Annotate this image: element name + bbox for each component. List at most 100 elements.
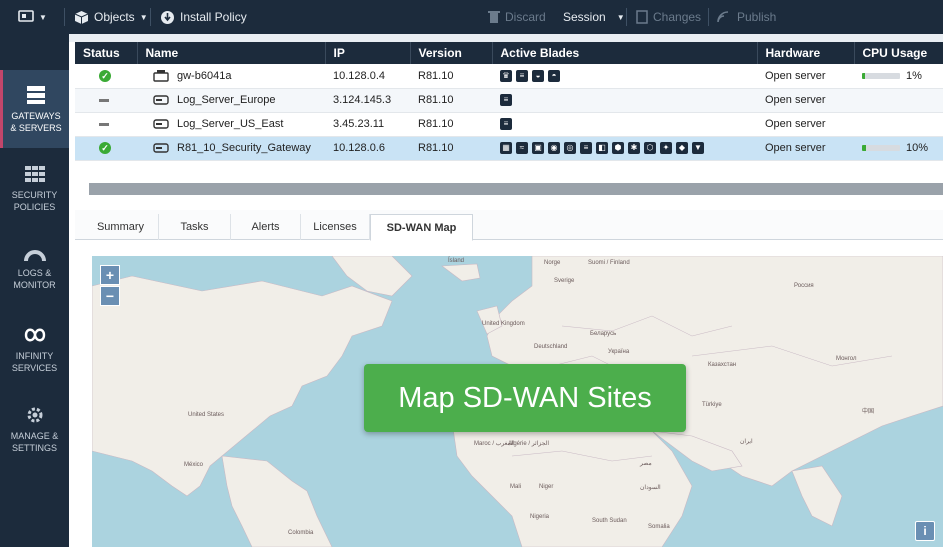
- wifi-blade-icon: ≈: [516, 142, 528, 154]
- column-header-name[interactable]: Name: [137, 42, 326, 64]
- map-sd-wan-sites-button[interactable]: Map SD-WAN Sites: [364, 364, 686, 432]
- changes-button[interactable]: Changes: [636, 0, 701, 34]
- nav-label: LOGS & MONITOR: [13, 267, 56, 290]
- active-blades-list: ♛ ≡ ◒ ◓: [500, 69, 757, 82]
- tab-sd-wan-map[interactable]: SD-WAN Map: [370, 214, 473, 241]
- tab-licenses[interactable]: Licenses: [301, 214, 370, 240]
- map-label: Colombia: [288, 530, 314, 536]
- gateway-version: R81.10: [410, 136, 492, 161]
- cpu-usage-text: 10%: [906, 142, 929, 154]
- map-label: Україна: [608, 349, 630, 355]
- gateway-hardware: Open server: [757, 88, 854, 113]
- nav-gateways-servers[interactable]: GATEWAYS & SERVERS: [0, 70, 69, 148]
- column-header-ip[interactable]: IP: [325, 42, 411, 64]
- tab-tasks[interactable]: Tasks: [159, 214, 231, 240]
- active-blades-list: ≡: [500, 118, 757, 130]
- sd-wan-map[interactable]: Ísland Norge Sverige Suomi / Finland Рос…: [92, 256, 943, 547]
- gateway-version: R81.10: [410, 88, 492, 113]
- column-header-status[interactable]: Status: [75, 42, 138, 64]
- map-info-button[interactable]: i: [915, 521, 935, 541]
- table-header-row: Status Name IP Version Active Blades Har…: [75, 42, 943, 64]
- map-label: Algérie / الجزائر: [508, 441, 550, 447]
- objects-menu[interactable]: Objects ▼: [74, 0, 148, 34]
- tab-alerts[interactable]: Alerts: [231, 214, 301, 240]
- server-icon: [153, 143, 169, 153]
- publish-label: Publish: [737, 10, 777, 24]
- tab-summary[interactable]: Summary: [83, 214, 159, 240]
- map-label: السودان: [640, 485, 661, 491]
- threat-blade-icon: ◓: [548, 69, 560, 82]
- gateway-name: Log_Server_US_East: [177, 118, 284, 130]
- map-label: Türkiye: [702, 402, 722, 408]
- app-menu-button[interactable]: ▼: [18, 0, 47, 34]
- gateway-version: R81.10: [410, 64, 492, 89]
- table-row[interactable]: Log_Server_Europe 3.124.145.3 R81.10 ≡ O…: [75, 88, 943, 113]
- publish-button[interactable]: Publish: [716, 0, 776, 34]
- toolbar-divider: [150, 8, 151, 26]
- install-policy-label: Install Policy: [180, 10, 247, 24]
- map-label: Suomi / Finland: [588, 260, 630, 266]
- vpn-blade-icon: ◧: [596, 142, 608, 154]
- map-label: United States: [188, 412, 225, 418]
- nav-infinity-services[interactable]: INFINITY SERVICES: [0, 310, 69, 388]
- zoom-out-button[interactable]: −: [100, 286, 120, 306]
- column-header-cpu-usage[interactable]: CPU Usage: [854, 42, 943, 64]
- server-icon: [153, 95, 169, 105]
- chevron-down-icon: ▼: [616, 12, 625, 22]
- column-header-hardware[interactable]: Hardware: [757, 42, 855, 64]
- map-label: 中国: [862, 409, 875, 415]
- horizontal-scrollbar[interactable]: [89, 183, 943, 195]
- nav-logs-monitor[interactable]: LOGS & MONITOR: [0, 230, 69, 308]
- map-label: South Sudan: [592, 518, 627, 524]
- cpu-usage: 10%: [862, 142, 943, 154]
- map-label: Somalia: [648, 524, 670, 530]
- map-label: Nigeria: [530, 514, 550, 520]
- manage-settings-icon: [27, 407, 42, 422]
- session-label: Session: [563, 10, 606, 24]
- status-unknown-icon: [99, 98, 109, 102]
- logs-monitor-icon: [23, 249, 46, 261]
- map-label: ایران: [740, 439, 753, 445]
- details-tabs: Summary Tasks Alerts Licenses SD-WAN Map: [75, 210, 943, 241]
- map-label: United Kingdom: [482, 321, 525, 327]
- nav-label: MANAGE & SETTINGS: [10, 430, 59, 453]
- shield-blade-icon: ▼: [692, 142, 704, 154]
- session-menu[interactable]: Session ▼: [563, 0, 625, 34]
- anti-bot-blade-icon: ◒: [532, 69, 544, 82]
- nav-manage-settings[interactable]: MANAGE & SETTINGS: [0, 390, 69, 468]
- gateway-version: R81.10: [410, 112, 492, 137]
- column-header-active-blades[interactable]: Active Blades: [492, 42, 758, 64]
- map-label: Беларусь: [590, 331, 617, 337]
- gateway-icon: [153, 69, 169, 82]
- server-icon: [153, 119, 169, 129]
- trash-icon: [488, 11, 500, 23]
- map-label: México: [184, 462, 204, 468]
- zoom-in-button[interactable]: +: [100, 265, 120, 285]
- app-control-blade-icon: ▣: [532, 142, 544, 154]
- map-label: Россия: [794, 283, 814, 289]
- active-blades-list: ≡: [500, 94, 757, 106]
- cpu-usage: [854, 88, 943, 113]
- gateway-hardware: Open server: [757, 112, 854, 137]
- threat-emulation-blade-icon: ✱: [628, 142, 640, 154]
- gateway-name: Log_Server_Europe: [177, 94, 276, 106]
- nav-label: INFINITY SERVICES: [11, 350, 58, 373]
- install-policy-icon: [161, 10, 174, 24]
- log-blade-icon: ≡: [516, 69, 528, 82]
- discard-button[interactable]: Discard: [488, 0, 546, 34]
- cpu-usage: [854, 112, 943, 137]
- security-policies-icon: [24, 165, 45, 182]
- install-policy-button[interactable]: Install Policy: [160, 0, 247, 34]
- table-row[interactable]: ✓ gw-b6041a 10.128.0.4 R81.10 ♛ ≡ ◒ ◓ Open …: [75, 64, 943, 89]
- cube-icon: [74, 10, 89, 24]
- map-label: Norge: [544, 260, 561, 266]
- crown-blade-icon: ♛: [500, 69, 512, 82]
- left-navigation: GATEWAYS & SERVERS SECURITY POLICIES LOGS …: [0, 34, 69, 547]
- table-row[interactable]: Log_Server_US_East 3.45.23.11 R81.10 ≡ O…: [75, 112, 943, 137]
- url-filter-blade-icon: ◉: [548, 142, 560, 154]
- column-header-version[interactable]: Version: [410, 42, 493, 64]
- table-row-selected[interactable]: ✓ R81_10_Security_Gateway 10.128.0.6 R81…: [75, 136, 943, 161]
- identity-blade-icon: ◆: [676, 142, 688, 154]
- nav-security-policies[interactable]: SECURITY POLICIES: [0, 150, 69, 228]
- gateway-ip: 3.124.145.3: [325, 88, 410, 113]
